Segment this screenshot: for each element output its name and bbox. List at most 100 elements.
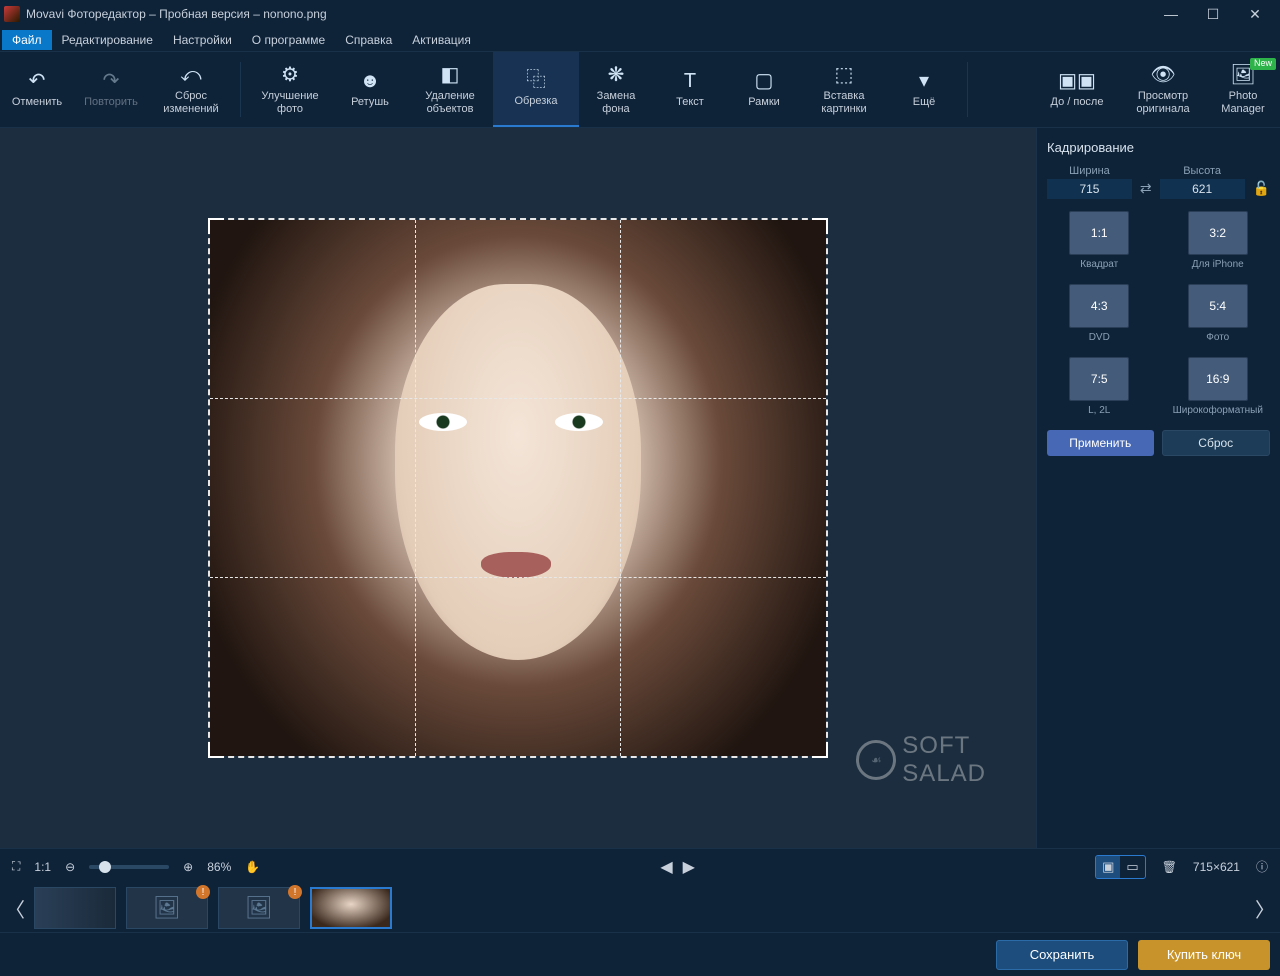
bottombar: Сохранить Купить ключ	[0, 932, 1280, 976]
filmstrip: 〈 🖼! 🖼! 〉	[0, 884, 1280, 932]
info-button[interactable]: ⓘ	[1256, 858, 1268, 875]
fullscreen-button[interactable]: ⛶	[12, 859, 20, 874]
warning-badge-icon: !	[196, 885, 210, 899]
titlebar: Movavi Фоторедактор – Пробная версия – n…	[0, 0, 1280, 28]
thumbnail-3[interactable]: 🖼!	[218, 887, 300, 929]
crop-handle-tl[interactable]	[208, 218, 224, 234]
before-after-button[interactable]: ▣▣До / после	[1034, 52, 1120, 127]
zoom-out-button[interactable]: ⊖	[65, 860, 75, 874]
redo-icon: ↷	[100, 70, 122, 92]
remove-objects-button[interactable]: ◧Удаление объектов	[407, 52, 493, 127]
thumbnail-4[interactable]	[310, 887, 392, 929]
warning-badge-icon: !	[288, 885, 302, 899]
app-logo-icon	[4, 6, 20, 22]
reset-crop-button[interactable]: Сброс	[1162, 430, 1271, 456]
crop-handle-bl[interactable]	[208, 742, 224, 758]
redo-button[interactable]: ↷Повторить	[74, 52, 148, 127]
maximize-button[interactable]: ☐	[1192, 2, 1234, 26]
retouch-button[interactable]: ☻Ретушь	[333, 52, 407, 127]
photo-manager-button[interactable]: New🖼Photo Manager	[1206, 52, 1280, 127]
swap-dimensions-icon[interactable]: ⇄	[1140, 180, 1152, 199]
insert-image-icon: ⬚	[833, 64, 855, 86]
next-image-button[interactable]: ▶	[683, 857, 695, 877]
ratio-5-4[interactable]: 5:4	[1188, 284, 1248, 328]
height-input[interactable]	[1160, 179, 1245, 199]
zoom-slider-knob[interactable]	[99, 861, 111, 873]
close-button[interactable]: ✕	[1234, 2, 1276, 26]
undo-icon: ↶	[26, 70, 48, 92]
ratio-7-5[interactable]: 7:5	[1069, 357, 1129, 401]
zoom-in-button[interactable]: ⊕	[183, 860, 193, 874]
menu-help[interactable]: Справка	[335, 30, 402, 50]
undo-button[interactable]: ↶Отменить	[0, 52, 74, 127]
canvas[interactable]: ☙ SOFT SALAD	[0, 128, 1036, 848]
prev-image-button[interactable]: ◀	[660, 857, 672, 877]
background-swap-button[interactable]: ❋Замена фона	[579, 52, 653, 127]
frames-button[interactable]: ▢Рамки	[727, 52, 801, 127]
window-title: Movavi Фоторедактор – Пробная версия – n…	[26, 7, 1150, 21]
reset-changes-button[interactable]: ⤺Сброс изменений	[148, 52, 234, 127]
text-button[interactable]: TТекст	[653, 52, 727, 127]
height-label: Высота	[1160, 165, 1245, 177]
filmstrip-next[interactable]: 〉	[1256, 888, 1274, 928]
zoom-percent: 86%	[207, 860, 231, 874]
chevron-down-icon: ▾	[913, 70, 935, 92]
crop-handle-tr[interactable]	[812, 218, 828, 234]
new-badge: New	[1250, 58, 1276, 70]
image-placeholder-icon: 🖼	[127, 888, 207, 928]
reset-icon: ⤺	[180, 64, 202, 86]
width-label: Ширина	[1047, 165, 1132, 177]
one-to-one-button[interactable]: 1:1	[34, 860, 51, 874]
eye-icon: 👁	[1152, 64, 1174, 86]
insert-image-button[interactable]: ⬚Вставка картинки	[801, 52, 887, 127]
thumbnail-1[interactable]	[34, 887, 116, 929]
crop-panel: Кадрирование Ширина ⇄ Высота 🔓 1:1Квадра…	[1036, 128, 1280, 848]
menubar: Файл Редактирование Настройки О программ…	[0, 28, 1280, 52]
sliders-icon: ⚙	[279, 64, 301, 86]
menu-activation[interactable]: Активация	[402, 30, 481, 50]
enhance-button[interactable]: ⚙Улучшение фото	[247, 52, 333, 127]
crop-selection[interactable]	[208, 218, 828, 758]
save-button[interactable]: Сохранить	[996, 940, 1128, 970]
photo-preview	[210, 220, 826, 756]
lock-aspect-icon[interactable]: 🔓	[1253, 180, 1270, 199]
minimize-button[interactable]: —	[1150, 2, 1192, 26]
ratio-4-3[interactable]: 4:3	[1069, 284, 1129, 328]
frame-icon: ▢	[753, 70, 775, 92]
buy-key-button[interactable]: Купить ключ	[1138, 940, 1270, 970]
fit-mode-toggle[interactable]: ▣ ▭	[1095, 855, 1146, 879]
zoom-slider[interactable]	[89, 865, 169, 869]
fit-mode-single-icon[interactable]: ▣	[1096, 856, 1120, 878]
crop-button[interactable]: ⿻Обрезка	[493, 52, 579, 127]
menu-file[interactable]: Файл	[2, 30, 52, 50]
crop-handle-br[interactable]	[812, 742, 828, 758]
statusbar: ⛶ 1:1 ⊖ ⊕ 86% ✋ ◀ ▶ ▣ ▭ 🗑 715×621 ⓘ	[0, 848, 1280, 884]
ratio-1-1[interactable]: 1:1	[1069, 211, 1129, 255]
crop-panel-title: Кадрирование	[1047, 140, 1270, 155]
watermark-icon: ☙	[856, 740, 896, 780]
width-input[interactable]	[1047, 179, 1132, 199]
apply-crop-button[interactable]: Применить	[1047, 430, 1154, 456]
menu-about[interactable]: О программе	[242, 30, 335, 50]
fit-mode-fit-icon[interactable]: ▭	[1120, 856, 1144, 878]
image-placeholder-icon: 🖼	[219, 888, 299, 928]
compare-icon: ▣▣	[1066, 70, 1088, 92]
menu-edit[interactable]: Редактирование	[52, 30, 163, 50]
menu-settings[interactable]: Настройки	[163, 30, 242, 50]
filmstrip-prev[interactable]: 〈	[6, 888, 24, 928]
toolbar: ↶Отменить ↷Повторить ⤺Сброс изменений ⚙У…	[0, 52, 1280, 128]
pan-tool-button[interactable]: ✋	[245, 860, 260, 874]
more-button[interactable]: ▾Ещё	[887, 52, 961, 127]
text-icon: T	[679, 70, 701, 92]
eraser-icon: ◧	[439, 64, 461, 86]
ratio-3-2[interactable]: 3:2	[1188, 211, 1248, 255]
background-icon: ❋	[605, 64, 627, 86]
watermark: ☙ SOFT SALAD	[856, 732, 986, 788]
thumbnail-2[interactable]: 🖼!	[126, 887, 208, 929]
view-original-button[interactable]: 👁Просмотр оригинала	[1120, 52, 1206, 127]
crop-icon: ⿻	[525, 69, 547, 91]
ratio-16-9[interactable]: 16:9	[1188, 357, 1248, 401]
dimensions-label: 715×621	[1193, 860, 1240, 874]
face-icon: ☻	[359, 70, 381, 92]
delete-button[interactable]: 🗑	[1162, 860, 1177, 874]
